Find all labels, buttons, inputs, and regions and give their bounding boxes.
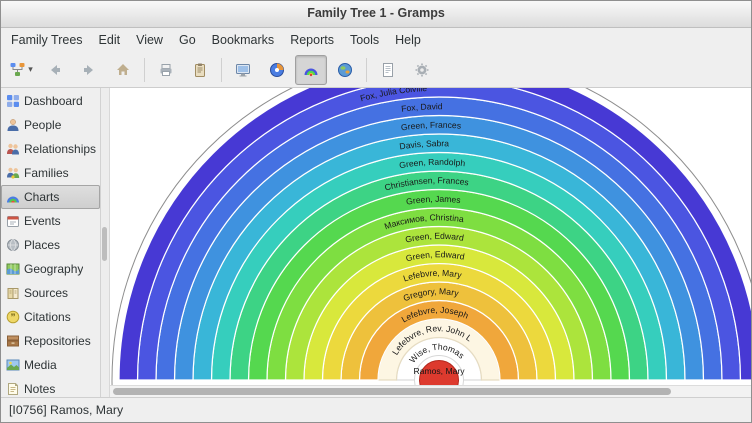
sidebar-item-label: Media [24, 358, 57, 372]
horizontal-scrollbar[interactable] [110, 385, 751, 397]
citations-icon: ” [6, 310, 20, 324]
fan-center-label: Ramos, Mary [413, 366, 465, 376]
print-icon [158, 62, 175, 78]
menu-help[interactable]: Help [387, 29, 429, 52]
sidebar-item-label: Families [24, 166, 69, 180]
toolbar-separator [144, 58, 145, 82]
forward-icon [81, 62, 98, 78]
repositories-icon [6, 334, 20, 348]
families-icon [6, 166, 20, 180]
sidebar-item-sources[interactable]: Sources [1, 281, 100, 305]
fan-chart[interactable]: Wise, ThomasLefebvre, Rev. John LLefebvr… [110, 88, 751, 397]
sidebar-item-citations[interactable]: ” Citations [1, 305, 100, 329]
pedigree-view-button[interactable] [227, 55, 259, 85]
notes-icon [6, 382, 20, 396]
sidebar-item-label: Citations [24, 310, 71, 324]
chevron-down-icon: ▾ [28, 64, 33, 75]
print-button[interactable] [150, 55, 182, 85]
menu-view[interactable]: View [128, 29, 171, 52]
home-button[interactable] [107, 55, 139, 85]
people-icon [6, 118, 20, 132]
geography-view-button[interactable] [329, 55, 361, 85]
chart-circle-icon [269, 62, 286, 78]
family-trees-button[interactable]: ▾ [5, 55, 37, 85]
status-text: [I0756] Ramos, Mary [9, 403, 123, 417]
relationships-icon [6, 142, 20, 156]
fan-chart-view-button[interactable] [295, 55, 327, 85]
hscroll-thumb[interactable] [113, 388, 671, 395]
events-icon [6, 214, 20, 228]
sidebar-item-label: Geography [24, 262, 83, 276]
sidebar-item-label: People [24, 118, 61, 132]
sidebar-scroll-thumb[interactable] [102, 227, 107, 261]
fan-chart-icon [303, 62, 320, 78]
monitor-icon [235, 62, 252, 78]
menu-family-trees[interactable]: Family Trees [3, 29, 91, 52]
window-title: Family Tree 1 - Gramps [307, 6, 445, 20]
sidebar-item-geography[interactable]: Geography [1, 257, 100, 281]
sidebar-item-repositories[interactable]: Repositories [1, 329, 100, 353]
toolbar-separator [221, 58, 222, 82]
tools-icon [414, 62, 431, 78]
sidebar-scrollbar[interactable] [101, 88, 110, 397]
menu-tools[interactable]: Tools [342, 29, 387, 52]
tool-bar: ▾ [1, 52, 751, 88]
menu-reports[interactable]: Reports [282, 29, 342, 52]
dashboard-icon [6, 94, 20, 108]
toolbar-separator [366, 58, 367, 82]
sidebar-item-label: Repositories [24, 334, 91, 348]
clipboard-icon [192, 62, 209, 78]
chart-canvas[interactable]: Wise, ThomasLefebvre, Rev. John LLefebvr… [110, 88, 751, 397]
places-icon [6, 238, 20, 252]
sidebar-item-families[interactable]: Families [1, 161, 100, 185]
sidebar-item-places[interactable]: Places [1, 233, 100, 257]
back-button[interactable] [39, 55, 71, 85]
sidebar-item-relationships[interactable]: Relationships [1, 137, 100, 161]
back-icon [47, 62, 64, 78]
menu-go[interactable]: Go [171, 29, 204, 52]
forward-button[interactable] [73, 55, 105, 85]
charts-icon [6, 190, 20, 204]
sidebar-item-label: Notes [24, 382, 55, 396]
menu-bar: Family TreesEditViewGoBookmarksReportsTo… [1, 28, 751, 52]
sidebar-item-media[interactable]: Media [1, 353, 100, 377]
sidebar-item-label: Places [24, 238, 60, 252]
media-icon [6, 358, 20, 372]
status-bar: [I0756] Ramos, Mary [1, 397, 751, 422]
sidebar-item-events[interactable]: Events [1, 209, 100, 233]
tools-button[interactable] [406, 55, 438, 85]
sidebar-item-label: Relationships [24, 142, 96, 156]
globe-icon [337, 62, 354, 78]
sidebar-item-people[interactable]: People [1, 113, 100, 137]
sidebar-item-charts[interactable]: Charts [1, 185, 100, 209]
title-bar[interactable]: Family Tree 1 - Gramps [1, 1, 751, 28]
sidebar-item-label: Charts [24, 190, 59, 204]
sidebar-item-label: Events [24, 214, 61, 228]
gramps-window: Family Tree 1 - Gramps Family TreesEditV… [0, 0, 752, 423]
clipboard-button[interactable] [184, 55, 216, 85]
sidebar-item-dashboard[interactable]: Dashboard [1, 89, 100, 113]
report-button[interactable] [372, 55, 404, 85]
sidebar-item-label: Sources [24, 286, 68, 300]
full-fan-view-button[interactable] [261, 55, 293, 85]
family-trees-icon [9, 62, 26, 78]
sources-icon [6, 286, 20, 300]
geography-icon [6, 262, 20, 276]
sidebar-item-label: Dashboard [24, 94, 83, 108]
sidebar: Dashboard People Relationships Families Char… [1, 88, 101, 397]
main-body: Dashboard People Relationships Families Char… [1, 88, 751, 397]
report-icon [380, 62, 397, 78]
menu-bookmarks[interactable]: Bookmarks [204, 29, 283, 52]
svg-text:”: ” [11, 313, 16, 324]
menu-edit[interactable]: Edit [91, 29, 129, 52]
home-icon [115, 62, 132, 78]
